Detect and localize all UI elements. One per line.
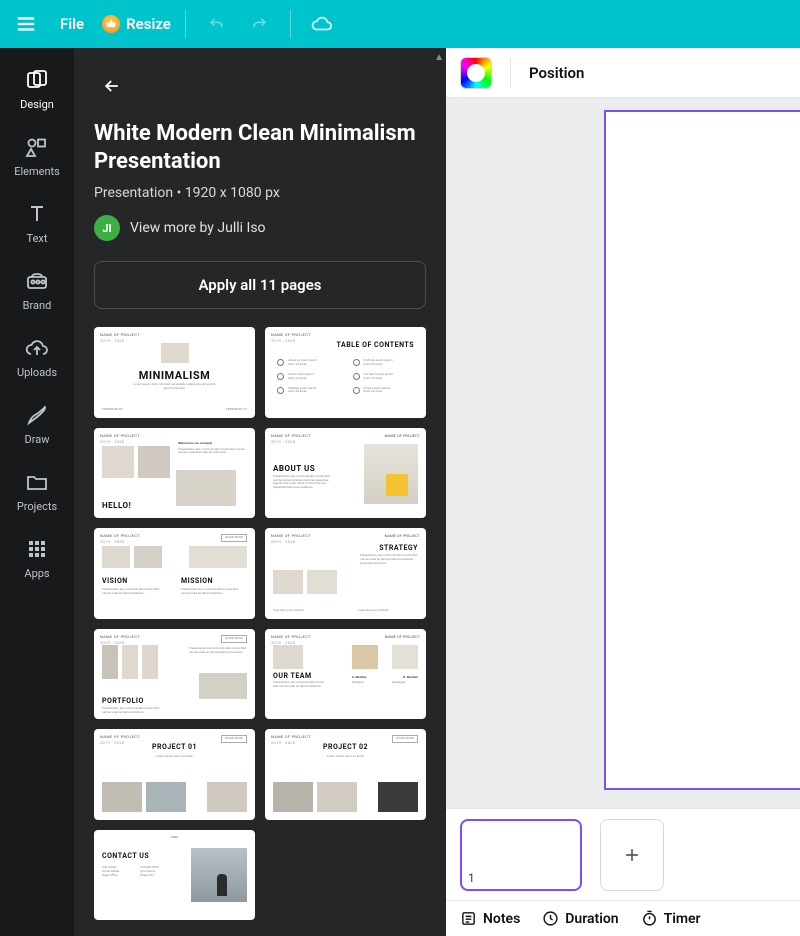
template-page-7[interactable]: NAME OF PROJECT2019 - 2020 LEARN MORE Pr… bbox=[94, 629, 255, 720]
file-menu[interactable]: File bbox=[60, 15, 84, 33]
position-button[interactable]: Position bbox=[529, 64, 584, 82]
rail-label: Design bbox=[20, 98, 54, 111]
template-page-6[interactable]: NAME OF PROJECT2019 - 2020 NAME OF PROJE… bbox=[265, 528, 426, 619]
back-button[interactable] bbox=[94, 68, 130, 104]
rail-item-brand[interactable]: Brand bbox=[0, 259, 74, 324]
editor-stage[interactable] bbox=[446, 98, 800, 808]
template-title: White Modern Clean Minimalism Presentati… bbox=[94, 120, 426, 175]
timer-icon bbox=[641, 910, 658, 927]
rail-label: Projects bbox=[17, 500, 57, 513]
timer-button[interactable]: Timer bbox=[641, 910, 701, 927]
template-page-9[interactable]: NAME OF PROJECT2019 - 2020 LEARN MORE PR… bbox=[94, 729, 255, 820]
template-page-3[interactable]: NAME OF PROJECT2019 - 2020 Welcome to ou… bbox=[94, 428, 255, 519]
color-picker-button[interactable] bbox=[460, 57, 492, 89]
uploads-icon bbox=[25, 336, 49, 360]
timer-label: Timer bbox=[664, 911, 701, 927]
text-icon bbox=[25, 202, 49, 226]
notes-label: Notes bbox=[483, 911, 520, 927]
add-page-button[interactable] bbox=[600, 819, 664, 891]
elements-icon bbox=[25, 135, 49, 159]
duration-label: Duration bbox=[565, 911, 618, 927]
resize-button[interactable]: Resize bbox=[102, 15, 171, 33]
rail-label: Apps bbox=[24, 567, 49, 580]
bottom-bar: Notes Duration Timer bbox=[446, 900, 800, 936]
notes-button[interactable]: Notes bbox=[460, 910, 520, 927]
design-icon bbox=[25, 68, 49, 92]
apps-icon bbox=[25, 537, 49, 561]
cloud-sync-icon[interactable] bbox=[305, 7, 339, 41]
redo-button[interactable] bbox=[242, 7, 276, 41]
notes-icon bbox=[460, 910, 477, 927]
template-subtitle: Presentation • 1920 x 1080 px bbox=[94, 185, 426, 201]
template-page-2[interactable]: NAME OF PROJECT2019 - 2020 TABLE OF CONT… bbox=[265, 327, 426, 418]
template-page-8[interactable]: NAME OF PROJECT2019 - 2020 NAME OF PROJE… bbox=[265, 629, 426, 720]
rail-label: Text bbox=[27, 232, 48, 245]
resize-label: Resize bbox=[126, 15, 171, 33]
template-pages-grid: NAME OF PROJECT2019 - 2020 MINIMALISM Lo… bbox=[94, 327, 426, 920]
projects-icon bbox=[25, 470, 49, 494]
apply-all-button[interactable]: Apply all 11 pages bbox=[94, 261, 426, 309]
top-bar: File Resize bbox=[0, 0, 800, 48]
rail-item-text[interactable]: Text bbox=[0, 192, 74, 257]
rail-item-design[interactable]: Design bbox=[0, 58, 74, 123]
rail-item-projects[interactable]: Projects bbox=[0, 460, 74, 525]
template-page-10[interactable]: NAME OF PROJECT2019 - 2020 LEARN MORE PR… bbox=[265, 729, 426, 820]
page-thumbnail-1[interactable]: 1 bbox=[460, 819, 582, 891]
rail-label: Elements bbox=[14, 165, 60, 178]
draw-icon bbox=[25, 403, 49, 427]
template-page-11[interactable]: 2020 CONTACT US Call CenterSocial MediaH… bbox=[94, 830, 255, 921]
hamburger-menu[interactable] bbox=[8, 6, 44, 42]
duration-button[interactable]: Duration bbox=[542, 910, 618, 927]
rail-label: Draw bbox=[25, 433, 50, 446]
clock-icon bbox=[542, 910, 559, 927]
author-link[interactable]: JI View more by Julli Iso bbox=[94, 215, 426, 241]
template-page-4[interactable]: NAME OF PROJECT2019 - 2020 NAME OF PROJE… bbox=[265, 428, 426, 519]
author-avatar: JI bbox=[94, 215, 120, 241]
panel-scroll[interactable]: White Modern Clean Minimalism Presentati… bbox=[74, 48, 446, 936]
canvas-area: Position 1 Notes Duration Timer bbox=[446, 48, 800, 936]
page-number: 1 bbox=[468, 871, 475, 885]
rail-item-apps[interactable]: Apps bbox=[0, 527, 74, 592]
template-page-1[interactable]: NAME OF PROJECT2019 - 2020 MINIMALISM Lo… bbox=[94, 327, 255, 418]
template-page-5[interactable]: NAME OF PROJECT2019 - 2020 LEARN MORE VI… bbox=[94, 528, 255, 619]
crown-icon bbox=[102, 15, 120, 33]
rail-label: Uploads bbox=[17, 366, 57, 379]
current-slide[interactable] bbox=[606, 112, 800, 788]
scroll-indicator-icon: ▲ bbox=[434, 52, 444, 63]
side-panel: ▲ White Modern Clean Minimalism Presenta… bbox=[74, 48, 446, 936]
rail-item-elements[interactable]: Elements bbox=[0, 125, 74, 190]
rail-item-uploads[interactable]: Uploads bbox=[0, 326, 74, 391]
page-strip: 1 bbox=[446, 808, 800, 900]
rail-item-draw[interactable]: Draw bbox=[0, 393, 74, 458]
undo-button[interactable] bbox=[200, 7, 234, 41]
rail-label: Brand bbox=[23, 299, 52, 312]
left-rail: ◀ Design Elements Text Brand bbox=[0, 48, 74, 936]
author-label: View more by Julli Iso bbox=[130, 220, 266, 236]
context-toolbar: Position bbox=[446, 48, 800, 98]
brand-icon bbox=[25, 269, 49, 293]
